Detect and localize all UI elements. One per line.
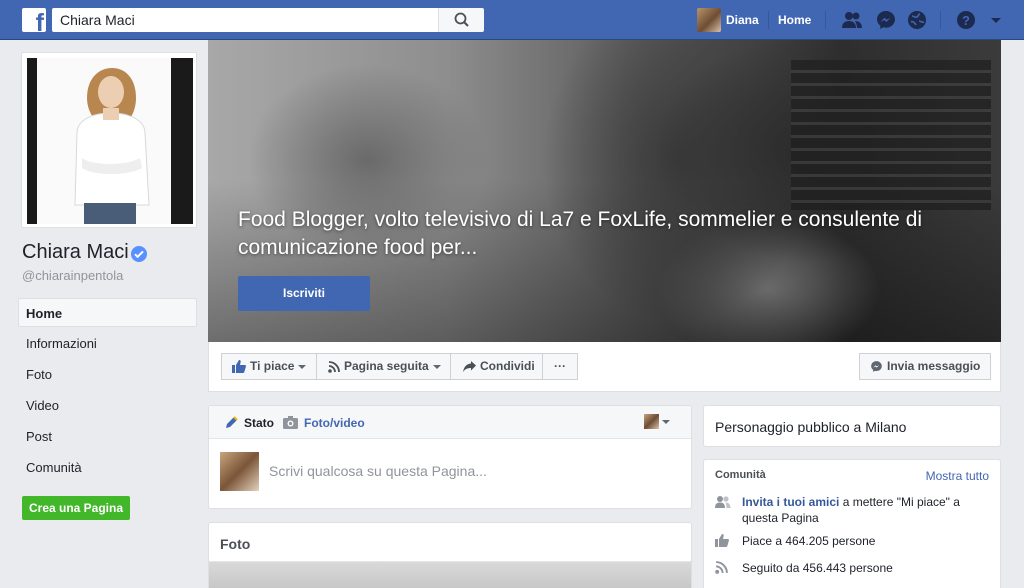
composer-avatar: [220, 452, 259, 491]
nav-divider: [940, 11, 941, 29]
thumbs-up-icon: [232, 360, 246, 374]
profile-picture[interactable]: [27, 58, 193, 224]
create-page-button[interactable]: Crea una Pagina: [22, 496, 130, 520]
photos-section-title[interactable]: Foto: [220, 536, 250, 552]
page-action-bar: Ti piace Pagina seguita Condividi ··· In…: [208, 342, 1001, 392]
rss-follow-icon: [328, 360, 340, 373]
following-button-label: Pagina seguita: [344, 359, 429, 373]
search-icon: [454, 12, 469, 27]
see-all-link[interactable]: Mostra tutto: [926, 469, 989, 483]
account-menu-chevron-down-icon[interactable]: [985, 9, 1007, 31]
following-button[interactable]: Pagina seguita: [316, 353, 451, 380]
community-card: Comunità Mostra tutto Invita i tuoi amic…: [703, 459, 1001, 588]
post-composer: Stato Foto/video Scrivi qualcosa su ques…: [208, 405, 692, 509]
facebook-logo-icon[interactable]: f: [22, 8, 46, 32]
nav-item-foto[interactable]: Foto: [18, 360, 197, 391]
share-button[interactable]: Condividi: [450, 353, 543, 380]
like-chevron-down-icon: [298, 364, 307, 369]
user-avatar[interactable]: [697, 8, 721, 32]
following-chevron-down-icon: [432, 364, 441, 369]
profile-picture-frame[interactable]: [21, 52, 197, 228]
home-link[interactable]: Home: [778, 13, 811, 27]
likes-row: Piace a 464.205 persone: [715, 533, 991, 551]
photos-preview[interactable]: [209, 561, 691, 588]
composer-input[interactable]: Scrivi qualcosa su questa Pagina...: [269, 463, 487, 479]
community-title: Comunità: [715, 469, 766, 481]
invite-friends-icon: [715, 496, 731, 508]
composer-tabs: Stato Foto/video: [209, 406, 691, 439]
nav-item-comunita[interactable]: Comunità: [18, 453, 197, 484]
like-button-label: Ti piace: [250, 359, 295, 373]
svg-text:?: ?: [962, 13, 970, 28]
photos-section: Foto: [208, 522, 692, 588]
rss-follow-icon: [715, 561, 728, 574]
pencil-icon: [226, 416, 238, 428]
top-navigation-bar: f Chiara Maci Diana Home ?: [0, 0, 1024, 40]
nav-item-post[interactable]: Post: [18, 422, 197, 453]
page-title[interactable]: Chiara Maci: [22, 241, 129, 264]
camera-icon: [283, 416, 298, 429]
page-category-card: Personaggio pubblico a Milano: [703, 405, 1001, 447]
share-arrow-icon: [463, 361, 476, 373]
user-name-link[interactable]: Diana: [726, 13, 759, 27]
help-icon[interactable]: ?: [955, 9, 977, 31]
send-message-button[interactable]: Invia messaggio: [859, 353, 991, 380]
search-button[interactable]: [438, 8, 484, 32]
verified-badge-icon: [131, 246, 147, 262]
share-button-label: Condividi: [480, 359, 535, 373]
post-as-avatar[interactable]: [644, 414, 659, 429]
tab-status[interactable]: Stato: [244, 416, 274, 430]
cover-description: Food Blogger, volto televisivo di La7 e …: [238, 208, 923, 259]
page-username[interactable]: @chiarainpentola: [22, 268, 123, 283]
friend-requests-icon[interactable]: [841, 9, 863, 31]
invite-friends-link[interactable]: Invita i tuoi amici: [742, 495, 839, 509]
followers-row: Seguito da 456.443 persone: [715, 560, 991, 578]
invite-friends-text: Invita i tuoi amici a mettere "Mi piace"…: [742, 494, 982, 526]
cover-photo[interactable]: Food Blogger, volto televisivo di La7 e …: [208, 40, 1001, 342]
page-navigation: Home Informazioni Foto Video Post Comuni…: [18, 298, 197, 484]
profile-photo-figure: [74, 68, 150, 224]
messenger-icon: [871, 361, 882, 373]
thumbs-up-icon: [715, 534, 729, 547]
subscribe-button[interactable]: Iscriviti: [238, 276, 370, 311]
followers-count-text: Seguito da 456.443 persone: [742, 561, 893, 575]
likes-count-text: Piace a 464.205 persone: [742, 534, 876, 548]
nav-item-informazioni[interactable]: Informazioni: [18, 329, 197, 360]
notifications-globe-icon[interactable]: [906, 9, 928, 31]
post-as-chevron-down-icon[interactable]: [662, 420, 670, 424]
tab-photo-video[interactable]: Foto/video: [304, 416, 365, 430]
nav-item-home[interactable]: Home: [18, 298, 197, 327]
invite-friends-row: Invita i tuoi amici a mettere "Mi piace"…: [715, 494, 991, 528]
nav-divider: [825, 11, 826, 29]
page-category-text: Personaggio pubblico a Milano: [715, 419, 907, 435]
search-input[interactable]: Chiara Maci: [52, 8, 438, 32]
messenger-icon[interactable]: [875, 9, 897, 31]
send-message-label: Invia messaggio: [887, 359, 981, 373]
like-button[interactable]: Ti piace: [221, 353, 317, 380]
nav-divider: [768, 11, 769, 29]
nav-item-video[interactable]: Video: [18, 391, 197, 422]
more-options-button[interactable]: ···: [542, 353, 578, 380]
